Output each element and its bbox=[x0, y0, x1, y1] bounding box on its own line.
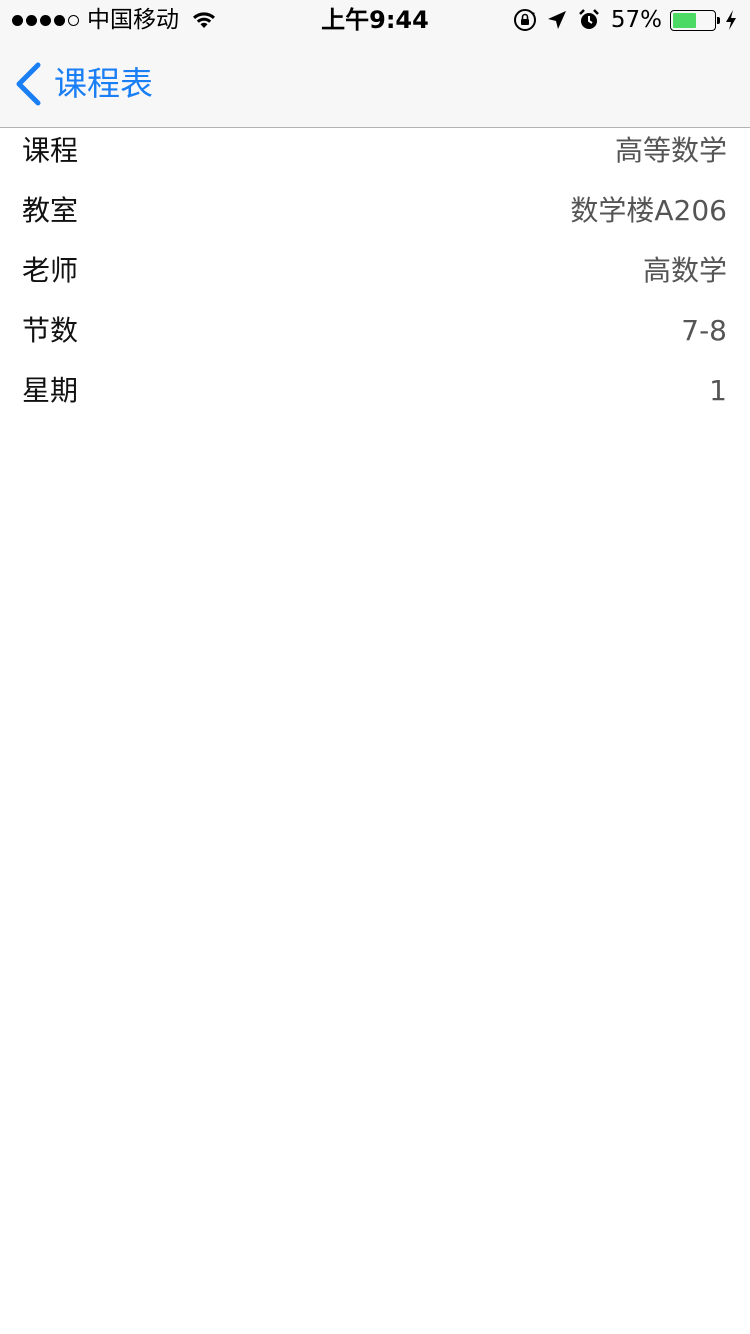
detail-row-weekday: 星期 1 bbox=[0, 369, 750, 429]
status-right: 57% bbox=[513, 6, 738, 34]
detail-row-course: 课程 高等数学 bbox=[0, 129, 750, 189]
status-bar: 中国移动 上午9:44 57% bbox=[0, 0, 750, 40]
row-label: 老师 bbox=[22, 254, 79, 287]
alarm-icon bbox=[578, 9, 599, 29]
back-button[interactable]: 课程表 bbox=[14, 60, 153, 108]
orientation-lock-icon bbox=[513, 9, 536, 31]
row-value: 1 bbox=[709, 374, 727, 407]
row-value: 高数学 bbox=[642, 254, 727, 287]
charging-bolt-icon bbox=[726, 10, 736, 30]
detail-row-periods: 节数 7-8 bbox=[0, 309, 750, 369]
row-label: 教室 bbox=[22, 194, 79, 227]
row-value: 数学楼A206 bbox=[570, 194, 727, 227]
row-value: 7-8 bbox=[681, 314, 727, 347]
battery-icon bbox=[670, 9, 720, 31]
row-value: 高等数学 bbox=[614, 134, 727, 167]
course-detail-list: 课程 高等数学 教室 数学楼A206 老师 高数学 节数 7-8 星期 1 bbox=[0, 129, 750, 429]
battery-level-fill bbox=[673, 12, 696, 28]
detail-row-classroom: 教室 数学楼A206 bbox=[0, 189, 750, 249]
row-label: 星期 bbox=[22, 374, 79, 407]
location-arrow-icon bbox=[547, 11, 566, 29]
row-label: 节数 bbox=[22, 314, 79, 347]
battery-cap bbox=[717, 16, 720, 24]
row-label: 课程 bbox=[22, 134, 79, 167]
chevron-left-icon bbox=[16, 62, 41, 106]
course-detail-screen: 中国移动 上午9:44 57% 课程表 课程 高等数学 教室 数学楼A206 老… bbox=[0, 0, 750, 1334]
battery-percent: 57% bbox=[610, 7, 662, 33]
back-button-label: 课程表 bbox=[54, 64, 153, 103]
detail-row-teacher: 老师 高数学 bbox=[0, 249, 750, 309]
navigation-bar: 课程表 bbox=[0, 40, 750, 128]
